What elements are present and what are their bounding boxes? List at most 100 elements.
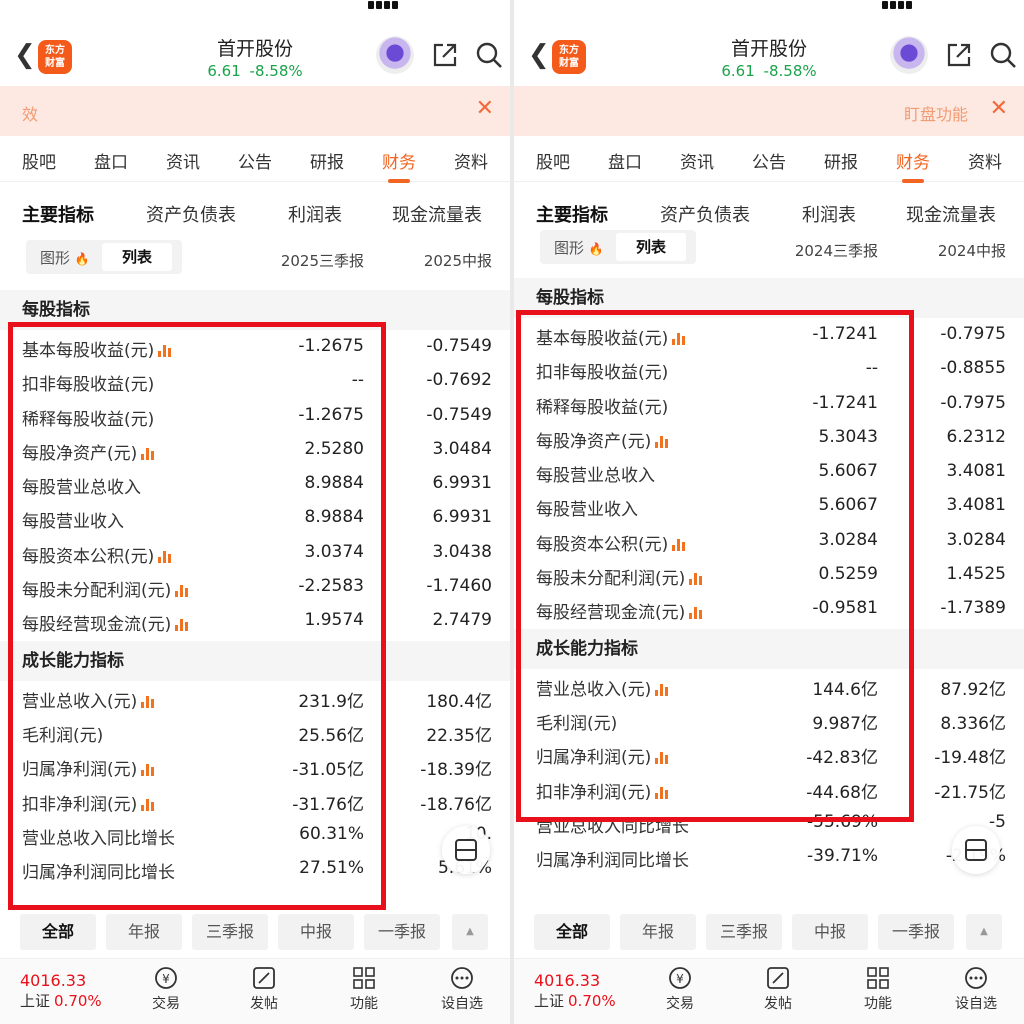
share-icon[interactable]	[430, 40, 460, 70]
assistant-avatar[interactable]	[376, 36, 414, 74]
subtab-1[interactable]: 资产负债表	[660, 201, 750, 227]
mini-chart-icon[interactable]	[655, 786, 669, 799]
period-option-2[interactable]: 三季报	[706, 914, 782, 950]
row-value-previous: -0.7692	[426, 370, 492, 391]
subtab-3[interactable]: 现金流量表	[392, 201, 482, 227]
mini-chart-icon[interactable]	[158, 550, 172, 563]
row-value-current: 3.0374	[304, 541, 364, 562]
period-option-1[interactable]: 年报	[620, 914, 696, 950]
column-header-1[interactable]: 2025三季报	[281, 250, 364, 271]
index-ticker[interactable]: 4016.33 上证 0.70%	[20, 971, 102, 1011]
nav-item-3[interactable]: 设自选	[946, 965, 1006, 1013]
tab-2[interactable]: 资讯	[680, 148, 714, 173]
mini-chart-icon[interactable]	[141, 695, 155, 708]
period-option-0[interactable]: 全部	[534, 914, 610, 950]
row-value-current: 25.56亿	[298, 725, 364, 746]
table-row: 归属净利润(元) -42.83亿 -19.48亿	[514, 737, 1024, 771]
subtab-0[interactable]: 主要指标	[22, 201, 94, 227]
nav-item-3[interactable]: 设自选	[432, 965, 492, 1013]
subtab-2[interactable]: 利润表	[288, 201, 342, 227]
nav-item-2[interactable]: 功能	[334, 965, 394, 1013]
mini-chart-icon[interactable]	[175, 618, 189, 632]
nav-item-0[interactable]: ¥ 交易	[136, 965, 196, 1013]
close-icon[interactable]: ✕	[990, 96, 1008, 121]
floating-action-button[interactable]	[952, 826, 1000, 874]
row-label: 营业总收入同比增长	[536, 816, 689, 837]
subtab-1[interactable]: 资产负债表	[146, 201, 236, 227]
tab-4[interactable]: 研报	[310, 148, 344, 173]
column-header-1[interactable]: 2024三季报	[795, 240, 878, 261]
row-label: 毛利润(元)	[22, 725, 104, 746]
subtab-3[interactable]: 现金流量表	[906, 201, 996, 227]
column-header-2[interactable]: 2024中报	[938, 240, 1006, 261]
period-option-1[interactable]: 年报	[106, 914, 182, 950]
mini-chart-icon[interactable]	[141, 798, 155, 811]
table-row: 营业总收入同比增长60.31%10.	[0, 818, 510, 852]
nav-item-1[interactable]: 发帖	[234, 965, 294, 1013]
row-value-previous: -18.76亿	[420, 794, 492, 815]
mini-chart-icon[interactable]	[141, 763, 155, 777]
period-option-4[interactable]: 一季报	[878, 914, 954, 950]
mini-chart-icon[interactable]	[141, 447, 155, 460]
tab-2[interactable]: 资讯	[166, 148, 200, 173]
tab-1[interactable]: 盘口	[94, 148, 128, 173]
tab-3[interactable]: 公告	[238, 148, 272, 173]
row-value-current: -1.7241	[812, 392, 878, 413]
column-header-2[interactable]: 2025中报	[424, 250, 492, 271]
row-value-current: -55.69%	[807, 811, 878, 832]
period-option-3[interactable]: 中报	[278, 914, 354, 950]
search-icon[interactable]	[474, 40, 504, 70]
tab-4[interactable]: 研报	[824, 148, 858, 173]
row-value-previous: 3.4081	[946, 495, 1006, 516]
list-view-option[interactable]: 列表	[102, 243, 173, 271]
row-label: 每股未分配利润(元)	[22, 576, 189, 601]
mini-chart-icon[interactable]	[672, 332, 686, 345]
period-option-0[interactable]: 全部	[20, 914, 96, 950]
tab-5[interactable]: 财务	[896, 148, 930, 183]
tab-1[interactable]: 盘口	[608, 148, 642, 173]
index-ticker[interactable]: 4016.33 上证 0.70%	[534, 971, 616, 1011]
nav-item-2[interactable]: 功能	[848, 965, 908, 1013]
mini-chart-icon[interactable]	[689, 572, 703, 586]
period-option-2[interactable]: 三季报	[192, 914, 268, 950]
tab-3[interactable]: 公告	[752, 148, 786, 173]
nav-item-1[interactable]: 发帖	[748, 965, 808, 1013]
mini-chart-icon[interactable]	[655, 751, 669, 765]
mini-chart-icon[interactable]	[175, 584, 189, 598]
subtab-2[interactable]: 利润表	[802, 201, 856, 227]
row-label: 稀释每股收益(元)	[536, 397, 669, 418]
tab-6[interactable]: 资料	[968, 148, 1002, 173]
row-value-previous: -0.7549	[426, 336, 492, 356]
floating-action-button[interactable]	[442, 826, 490, 874]
row-value-current: -1.7241	[812, 324, 878, 344]
list-view-option[interactable]: 列表	[616, 233, 687, 261]
tab-0[interactable]: 股吧	[536, 148, 570, 173]
row-label: 毛利润(元)	[536, 713, 618, 734]
tab-6[interactable]: 资料	[454, 148, 488, 173]
mini-chart-icon[interactable]	[655, 683, 669, 696]
subtab-0[interactable]: 主要指标	[536, 201, 608, 227]
collapse-up-icon[interactable]: ▲	[452, 914, 488, 950]
search-icon[interactable]	[988, 40, 1018, 70]
view-toggle: 图形 🔥 列表	[26, 240, 182, 274]
tab-0[interactable]: 股吧	[22, 148, 56, 173]
mini-chart-icon[interactable]	[689, 606, 703, 620]
row-value-current: 8.9884	[304, 507, 364, 528]
nav-label: 设自选	[955, 996, 997, 1012]
period-option-4[interactable]: 一季报	[364, 914, 440, 950]
nav-item-0[interactable]: ¥ 交易	[650, 965, 710, 1013]
svg-text:¥: ¥	[162, 972, 170, 986]
close-icon[interactable]: ✕	[476, 96, 494, 121]
mini-chart-icon[interactable]	[158, 344, 172, 357]
tab-5[interactable]: 财务	[382, 148, 416, 183]
mini-chart-icon[interactable]	[672, 538, 686, 551]
assistant-avatar[interactable]	[890, 36, 928, 74]
mini-chart-icon[interactable]	[655, 435, 669, 448]
table-row: 毛利润(元) 9.987亿 8.336亿	[514, 703, 1024, 737]
promo-banner: 效 ✕	[0, 86, 510, 136]
period-option-3[interactable]: 中报	[792, 914, 868, 950]
chart-view-option[interactable]: 图形 🔥	[554, 237, 604, 258]
chart-view-option[interactable]: 图形 🔥	[40, 247, 90, 268]
share-icon[interactable]	[944, 40, 974, 70]
collapse-up-icon[interactable]: ▲	[966, 914, 1002, 950]
